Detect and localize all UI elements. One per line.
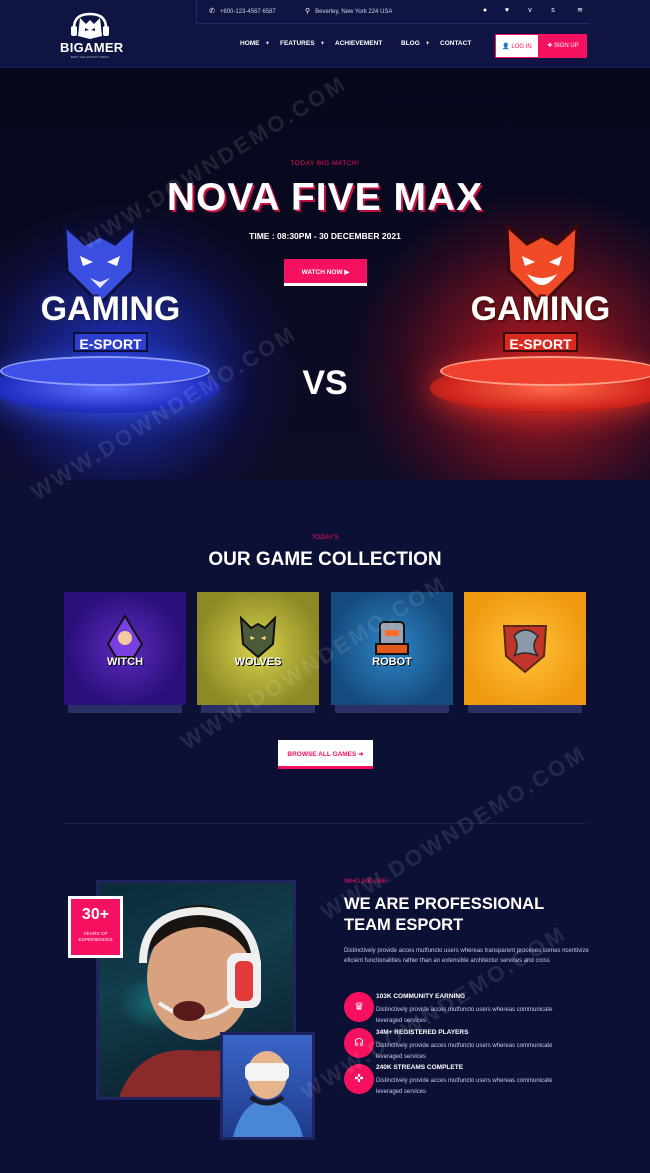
about-label: WHO WE ARE <box>344 878 387 885</box>
collection-title: OUR GAME COLLECTION <box>208 549 442 570</box>
game-card-dragons[interactable] <box>464 592 586 713</box>
address-info: ⚲ Beverley, New York 224 USA <box>305 7 392 15</box>
phone-icon: ✆ <box>209 8 215 15</box>
plus-icon: + <box>265 40 270 47</box>
arrow-circle-icon: ➜ <box>358 751 364 758</box>
nav-home[interactable]: HOME + <box>240 40 269 47</box>
browse-all-games-button[interactable]: BROWSE ALL GAMES ➜ <box>278 740 373 769</box>
phone-info[interactable]: ✆ +800-123-4567 6587 <box>209 7 276 15</box>
game-card-title: WOLVES <box>234 656 282 668</box>
dragon-shield-icon <box>502 625 548 674</box>
card-shadow <box>201 705 315 713</box>
login-button[interactable]: 👤 LOG IN <box>495 34 539 58</box>
about-text: Distinctively provide acces mutfuncto us… <box>344 948 589 964</box>
site-logo[interactable]: BIGAMER BEST THE ESPORT ARENA <box>60 10 124 60</box>
versus-text: VS <box>302 364 348 402</box>
vimeo-icon[interactable]: v <box>525 6 535 16</box>
rss-icon[interactable]: ≋ <box>575 6 585 16</box>
location-pin-icon: ⚲ <box>305 8 311 15</box>
trophy-icon: ♛ <box>344 992 374 1022</box>
about-title-line1: WE ARE PROFESSIONAL <box>344 895 545 913</box>
right-team-name: GAMING <box>470 290 611 328</box>
game-card-robot[interactable]: ROBOT <box>331 592 453 713</box>
game-card-title: ROBOT <box>372 656 412 668</box>
headset-icon: ☊ <box>344 1028 374 1058</box>
card-shadow <box>468 705 582 713</box>
left-platform-top <box>0 356 210 386</box>
play-circle-icon: ▶ <box>344 269 350 276</box>
game-card-wolves[interactable]: WOLVES <box>197 592 319 713</box>
site-header: BIGAMER BEST THE ESPORT ARENA ✆ +800-123-… <box>0 0 650 68</box>
card-shadow <box>68 705 182 713</box>
game-card-title: WITCH <box>106 656 144 668</box>
signup-button[interactable]: ✚ SIGN UP <box>539 34 587 58</box>
pinterest-icon[interactable]: ● <box>480 6 490 16</box>
about-title: WE ARE PROFESSIONAL TEAM ESPORT <box>344 894 584 936</box>
nav-blog[interactable]: BLOG + <box>401 40 430 47</box>
twitter-icon[interactable]: ♥ <box>502 6 512 16</box>
years-number: 30+ <box>81 906 110 923</box>
brand-name: BIGAMER <box>60 40 124 55</box>
feature-title: 103K COMMUNITY EARNING <box>376 993 466 1000</box>
nav-achievement[interactable]: ACHIEVEMENT <box>335 40 382 47</box>
game-card-witch[interactable]: WITCH <box>64 592 186 713</box>
feature-title: 240K STREAMS COMPLETE <box>376 1064 464 1071</box>
top-info-bar: ✆ +800-123-4567 6587 ⚲ Beverley, New York … <box>196 0 590 24</box>
match-title: NOVA FIVE MAX <box>166 176 484 219</box>
right-team-sub: E-SPORT <box>503 332 578 352</box>
feature-desc: Distinctively provide acces mutfuncto us… <box>376 1007 553 1024</box>
brand-tagline: BEST THE ESPORT ARENA <box>70 55 110 59</box>
match-time: TIME : 08:30PM - 30 DECEMBER 2021 <box>249 231 401 241</box>
robot-icon <box>375 621 409 655</box>
vr-photo <box>220 1032 315 1140</box>
watch-now-button[interactable]: WATCH NOW ▶ <box>284 259 367 286</box>
wolf-icon <box>239 615 277 659</box>
nav-features[interactable]: FEATURES + <box>280 40 324 47</box>
right-platform-top <box>440 356 650 386</box>
address-text: Beverley, New York 224 USA <box>315 9 393 15</box>
vr-headset-person-image <box>233 1051 303 1137</box>
about-title-line2: TEAM ESPORT <box>344 916 464 934</box>
skype-icon[interactable]: s <box>548 6 558 16</box>
section-divider <box>64 823 586 824</box>
feature-desc: Distinctively provide acces mutfuncto us… <box>376 1043 553 1060</box>
card-shadow <box>335 705 449 713</box>
match-label: TODAY BIG MATCH! <box>290 160 360 167</box>
plus-icon: + <box>425 40 430 47</box>
feature-title: 34M+ REGISTERED PLAYERS <box>376 1029 469 1036</box>
left-team-sub: E-SPORT <box>73 332 148 352</box>
wolf-headset-logo-icon <box>71 12 109 39</box>
gamepad-icon: ✜ <box>344 1064 374 1094</box>
plus-icon: + <box>320 40 325 47</box>
nav-contact[interactable]: CONTACT <box>440 40 471 47</box>
years-text: YEARS OF EXPERIENCES <box>78 932 113 943</box>
feature-desc: Distinctively provide acces mutfuncto us… <box>376 1078 553 1095</box>
collection-label: TODAY'S <box>311 534 339 541</box>
left-team-name: GAMING <box>40 290 181 328</box>
user-plus-icon: ✚ <box>547 43 555 49</box>
witch-icon <box>106 614 144 658</box>
phone-number: +800-123-4567 6587 <box>219 9 276 15</box>
